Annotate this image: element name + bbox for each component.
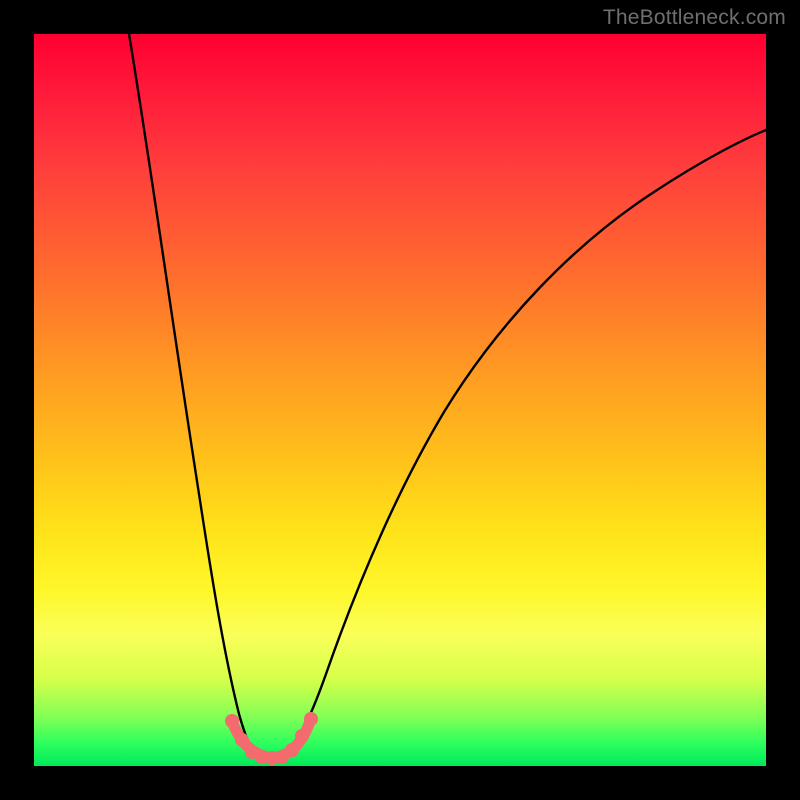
chart-frame: TheBottleneck.com: [0, 0, 800, 800]
curve-layer: [34, 34, 766, 766]
curve-left-branch: [129, 34, 259, 758]
bottom-marker-cluster: [225, 712, 318, 765]
curve-right-branch: [284, 130, 766, 758]
plot-area: [34, 34, 766, 766]
attribution-text: TheBottleneck.com: [603, 6, 786, 30]
